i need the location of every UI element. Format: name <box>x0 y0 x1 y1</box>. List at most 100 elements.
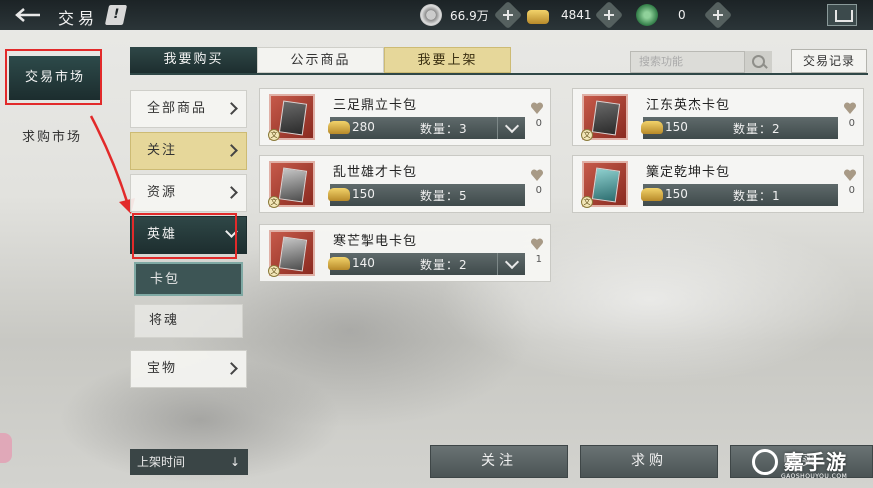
tab-buy[interactable]: 我要购买 <box>130 47 257 73</box>
side-tab-icon[interactable] <box>0 433 12 463</box>
heart-icon[interactable] <box>530 237 544 251</box>
item-quantity: 数量：2 <box>733 122 781 136</box>
category-resources[interactable]: 资源 <box>130 174 247 212</box>
like-count: 0 <box>535 185 542 196</box>
like-count: 0 <box>848 185 855 196</box>
category-hero[interactable]: 英雄 <box>130 216 247 254</box>
item-card[interactable]: 文 篥定乾坤卡包 150 数量：1 0 <box>572 155 864 213</box>
like-count: 0 <box>535 118 542 129</box>
tab-divider <box>130 73 868 75</box>
watermark-logo-icon <box>752 449 778 475</box>
sort-arrow-icon: ↓ <box>229 455 240 469</box>
sort-select[interactable]: 上架时间 ↓ <box>130 449 248 475</box>
category-label: 宝物 <box>147 361 178 376</box>
exclamation-icon[interactable]: ! <box>104 5 128 25</box>
badge-icon: 文 <box>581 129 593 141</box>
coin-value: 66.9万 <box>450 8 489 23</box>
chevron-right-icon <box>225 362 238 375</box>
resource-ingot: 4841 <box>527 0 624 30</box>
jade-icon <box>636 4 658 26</box>
heart-icon[interactable] <box>843 101 857 115</box>
item-quantity: 数量：5 <box>420 189 468 203</box>
item-card[interactable]: 文 寒芒掣电卡包 140 数量：2 1 <box>259 224 551 282</box>
card-pack-thumbnail: 文 <box>268 94 315 141</box>
item-name: 乱世雄才卡包 <box>333 165 418 180</box>
badge-icon: 文 <box>268 265 280 277</box>
follow-button[interactable]: 关注 <box>430 445 568 478</box>
like-count: 1 <box>535 254 542 265</box>
chevron-down-icon <box>225 225 238 238</box>
item-card[interactable]: 文 乱世雄才卡包 150 数量：5 0 <box>259 155 551 213</box>
item-price: 150 <box>665 120 688 134</box>
top-bar: 交易 ! 66.9万 4841 0 <box>0 0 873 30</box>
gold-ingot-icon <box>328 188 350 201</box>
category-treasure[interactable]: 宝物 <box>130 350 247 388</box>
trade-records-button[interactable]: 交易记录 <box>791 49 867 73</box>
item-name: 江东英杰卡包 <box>646 98 731 113</box>
item-price: 150 <box>665 187 688 201</box>
chevron-right-icon <box>225 144 238 157</box>
nav-request-market[interactable]: 求购市场 <box>22 126 82 145</box>
quantity-dropdown[interactable] <box>497 253 525 275</box>
item-name: 篥定乾坤卡包 <box>646 165 731 180</box>
search-icon[interactable] <box>744 51 772 73</box>
price-bar: 150 数量：2 <box>641 117 838 139</box>
item-price: 280 <box>352 120 375 134</box>
nav-trade-market[interactable]: 交易市场 <box>9 56 101 100</box>
watermark-text: 嘉手游 <box>784 450 847 474</box>
badge-icon: 文 <box>268 129 280 141</box>
card-pack-thumbnail: 文 <box>268 230 315 277</box>
card-pack-thumbnail: 文 <box>268 161 315 208</box>
add-jade-button[interactable] <box>703 0 733 30</box>
gold-ingot-icon <box>641 188 663 201</box>
tab-public-goods[interactable]: 公示商品 <box>257 47 384 73</box>
add-coin-button[interactable] <box>493 0 523 30</box>
quantity-dropdown[interactable] <box>497 117 525 139</box>
resource-jade: 0 <box>636 0 733 30</box>
resource-coin: 66.9万 <box>420 0 523 30</box>
heart-icon[interactable] <box>530 101 544 115</box>
card-pack-thumbnail: 文 <box>581 94 628 141</box>
item-quantity: 数量：1 <box>733 189 781 203</box>
gold-ingot-icon <box>527 10 549 24</box>
item-price: 150 <box>352 187 375 201</box>
price-bar: 280 数量：3 <box>328 117 525 139</box>
sort-label: 上架时间 <box>137 455 186 469</box>
item-card[interactable]: 文 江东英杰卡包 150 数量：2 0 <box>572 88 864 146</box>
copper-coin-icon <box>420 4 442 26</box>
price-bar: 140 数量：2 <box>328 253 525 275</box>
badge-icon: 文 <box>581 196 593 208</box>
mail-icon[interactable] <box>827 4 857 26</box>
gold-ingot-icon <box>328 257 350 270</box>
jade-value: 0 <box>678 8 686 22</box>
heart-icon[interactable] <box>843 168 857 182</box>
chevron-right-icon <box>225 186 238 199</box>
heart-icon[interactable] <box>530 168 544 182</box>
category-all[interactable]: 全部商品 <box>130 90 247 128</box>
gold-ingot-icon <box>641 121 663 134</box>
tab-sell[interactable]: 我要上架 <box>384 47 511 73</box>
item-name: 三足鼎立卡包 <box>333 98 418 113</box>
watermark-subtext: GAOSHOUYOU.COM <box>781 473 848 480</box>
subcategory-card-pack[interactable]: 卡包 <box>134 262 243 296</box>
subcategory-general-soul[interactable]: 将魂 <box>134 304 243 338</box>
like-count: 0 <box>848 118 855 129</box>
gold-ingot-icon <box>328 121 350 134</box>
page-title: 交易 <box>58 9 99 28</box>
request-button[interactable]: 求购 <box>580 445 718 478</box>
item-card[interactable]: 文 三足鼎立卡包 280 数量：3 0 <box>259 88 551 146</box>
category-label: 全部商品 <box>147 101 208 116</box>
ingot-value: 4841 <box>561 8 592 22</box>
category-label: 关注 <box>147 143 178 158</box>
item-price: 140 <box>352 256 375 270</box>
back-arrow-icon[interactable] <box>12 6 42 24</box>
category-label: 资源 <box>147 185 178 200</box>
item-quantity: 数量：2 <box>420 258 468 272</box>
add-ingot-button[interactable] <box>594 0 624 30</box>
item-name: 寒芒掣电卡包 <box>333 234 418 249</box>
card-pack-thumbnail: 文 <box>581 161 628 208</box>
price-bar: 150 数量：5 <box>328 184 525 206</box>
category-label: 英雄 <box>147 227 178 242</box>
badge-icon: 文 <box>268 196 280 208</box>
category-follow[interactable]: 关注 <box>130 132 247 170</box>
